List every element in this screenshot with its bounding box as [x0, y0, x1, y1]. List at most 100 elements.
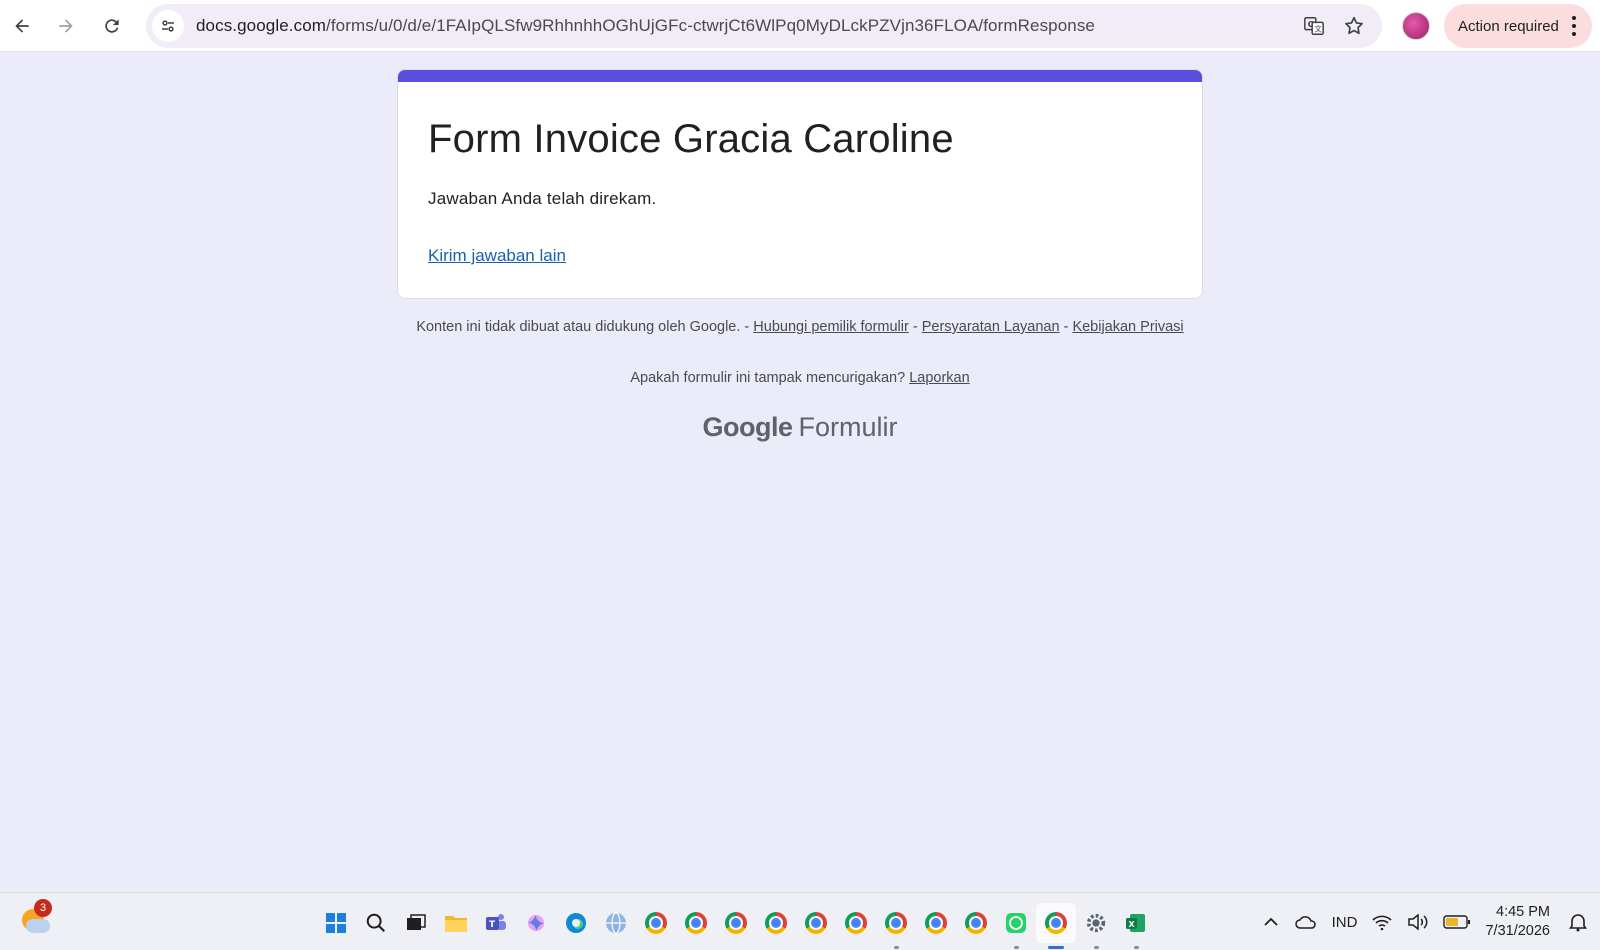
copilot-button[interactable]: [516, 903, 556, 943]
chrome-icon: [885, 912, 907, 934]
search-button[interactable]: [356, 903, 396, 943]
chrome-window-9[interactable]: [956, 903, 996, 943]
chrome-window-7[interactable]: [876, 903, 916, 949]
form-title: Form Invoice Gracia Caroline: [428, 117, 954, 161]
active-indicator: [1048, 946, 1064, 949]
brand-product: Formulir: [798, 412, 898, 442]
contact-owner-link[interactable]: Hubungi pemilik formulir: [753, 319, 909, 335]
footer-separator: -: [908, 319, 922, 335]
report-line: Apakah formulir ini tampak mencurigakan?…: [397, 370, 1203, 386]
chrome-icon: [845, 912, 867, 934]
speaker-icon: [1408, 913, 1428, 931]
taskbar-apps: T X: [316, 903, 1156, 949]
chrome-icon: [805, 912, 827, 934]
arrow-back-icon: [15, 19, 29, 33]
more-menu-icon[interactable]: [1566, 16, 1582, 36]
running-indicator: [1094, 946, 1099, 949]
url-text[interactable]: docs.google.com/forms/u/0/d/e/1FAIpQLSfw…: [196, 16, 1095, 36]
running-indicator: [1014, 946, 1019, 949]
browser-app-button[interactable]: [596, 903, 636, 943]
svg-text:T: T: [489, 920, 496, 930]
clock-time: 4:45 PM: [1496, 904, 1550, 920]
chrome-icon: [645, 912, 667, 934]
excel-icon: X: [1126, 914, 1145, 932]
url-path: /forms/u/0/d/e/1FAIpQLSfw9RhhnhhOGhUjGFc…: [326, 16, 1095, 35]
chrome-window-4[interactable]: [756, 903, 796, 943]
gear-icon: [1086, 913, 1106, 933]
action-required-label: Action required: [1458, 17, 1559, 35]
forward-button[interactable]: [48, 8, 84, 44]
notification-bell-icon: [1568, 914, 1588, 932]
footer-disclaimer: Konten ini tidak dibuat atau didukung ol…: [416, 319, 741, 335]
svg-text:X: X: [1129, 920, 1136, 929]
cloud-icon: [26, 919, 50, 933]
windows-icon: [326, 913, 346, 933]
weather-widget[interactable]: 3: [18, 899, 52, 937]
task-view-button[interactable]: [396, 903, 436, 943]
notifications-button[interactable]: [1568, 912, 1588, 932]
wifi-button[interactable]: [1371, 913, 1393, 931]
site-info-button[interactable]: [152, 10, 184, 42]
browser-toolbar: docs.google.com/forms/u/0/d/e/1FAIpQLSfw…: [0, 0, 1600, 52]
chrome-icon: [965, 912, 987, 934]
bookmark-star-button[interactable]: [1338, 10, 1370, 42]
chrome-window-5[interactable]: [796, 903, 836, 943]
privacy-link[interactable]: Kebijakan Privasi: [1072, 319, 1183, 335]
weather-badge: 3: [34, 899, 52, 917]
url-host: docs.google.com: [196, 16, 327, 35]
clock[interactable]: 4:45 PM 7/31/2026: [1485, 903, 1550, 941]
chrome-window-2[interactable]: [676, 903, 716, 943]
cloud-icon: [1294, 916, 1316, 929]
whatsapp-button[interactable]: [996, 903, 1036, 949]
profile-avatar[interactable]: [1402, 12, 1430, 40]
translate-icon: G 文: [1304, 17, 1324, 35]
chrome-icon: [925, 912, 947, 934]
battery-icon: [1443, 915, 1471, 929]
globe-icon: [606, 912, 626, 934]
onedrive-button[interactable]: [1294, 913, 1318, 931]
form-footer: Konten ini tidak dibuat atau didukung ol…: [397, 318, 1203, 337]
battery-button[interactable]: [1443, 914, 1471, 930]
chrome-icon: [685, 912, 707, 934]
reload-button[interactable]: [94, 8, 130, 44]
terms-link[interactable]: Persyaratan Layanan: [922, 319, 1060, 335]
edge-button[interactable]: [556, 903, 596, 943]
running-indicator: [894, 946, 899, 949]
settings-button[interactable]: [1076, 903, 1116, 949]
footer-separator: -: [1059, 319, 1073, 335]
windows-taskbar: 3 T X IND 4:45 PM 7/31/2026: [0, 892, 1600, 950]
back-button[interactable]: [4, 8, 40, 44]
chrome-window-active[interactable]: [1036, 903, 1076, 949]
file-explorer-button[interactable]: [436, 903, 476, 943]
arrow-forward-icon: [59, 19, 73, 33]
input-language-indicator[interactable]: IND: [1332, 914, 1358, 931]
teams-button[interactable]: T: [476, 903, 516, 943]
star-icon: [1345, 16, 1363, 35]
system-tray: IND 4:45 PM 7/31/2026: [1262, 893, 1600, 950]
start-button[interactable]: [316, 903, 356, 943]
wifi-icon: [1372, 915, 1393, 931]
google-forms-logo[interactable]: Google Formulir: [397, 412, 1203, 443]
show-hidden-icons-button[interactable]: [1262, 913, 1280, 931]
clock-date: 7/31/2026: [1485, 923, 1550, 939]
chrome-icon: [725, 912, 747, 934]
volume-button[interactable]: [1407, 913, 1429, 931]
teams-icon: T: [486, 914, 506, 930]
tune-icon: [162, 20, 174, 32]
form-accent-bar: [398, 70, 1202, 82]
address-bar[interactable]: docs.google.com/forms/u/0/d/e/1FAIpQLSfw…: [146, 4, 1382, 48]
chrome-window-8[interactable]: [916, 903, 956, 943]
excel-button[interactable]: X: [1116, 903, 1156, 949]
chrome-icon: [765, 912, 787, 934]
chrome-window-1[interactable]: [636, 903, 676, 943]
brand-google: Google: [702, 412, 794, 442]
chrome-window-6[interactable]: [836, 903, 876, 943]
action-required-button[interactable]: Action required: [1444, 4, 1592, 48]
svg-text:文: 文: [1314, 25, 1322, 34]
report-link[interactable]: Laporkan: [909, 370, 969, 386]
search-icon: [366, 913, 386, 933]
translate-button[interactable]: G 文: [1298, 10, 1330, 42]
submit-another-link[interactable]: Kirim jawaban lain: [428, 246, 566, 266]
suspicious-question: Apakah formulir ini tampak mencurigakan?: [630, 370, 906, 386]
chrome-window-3[interactable]: [716, 903, 756, 943]
